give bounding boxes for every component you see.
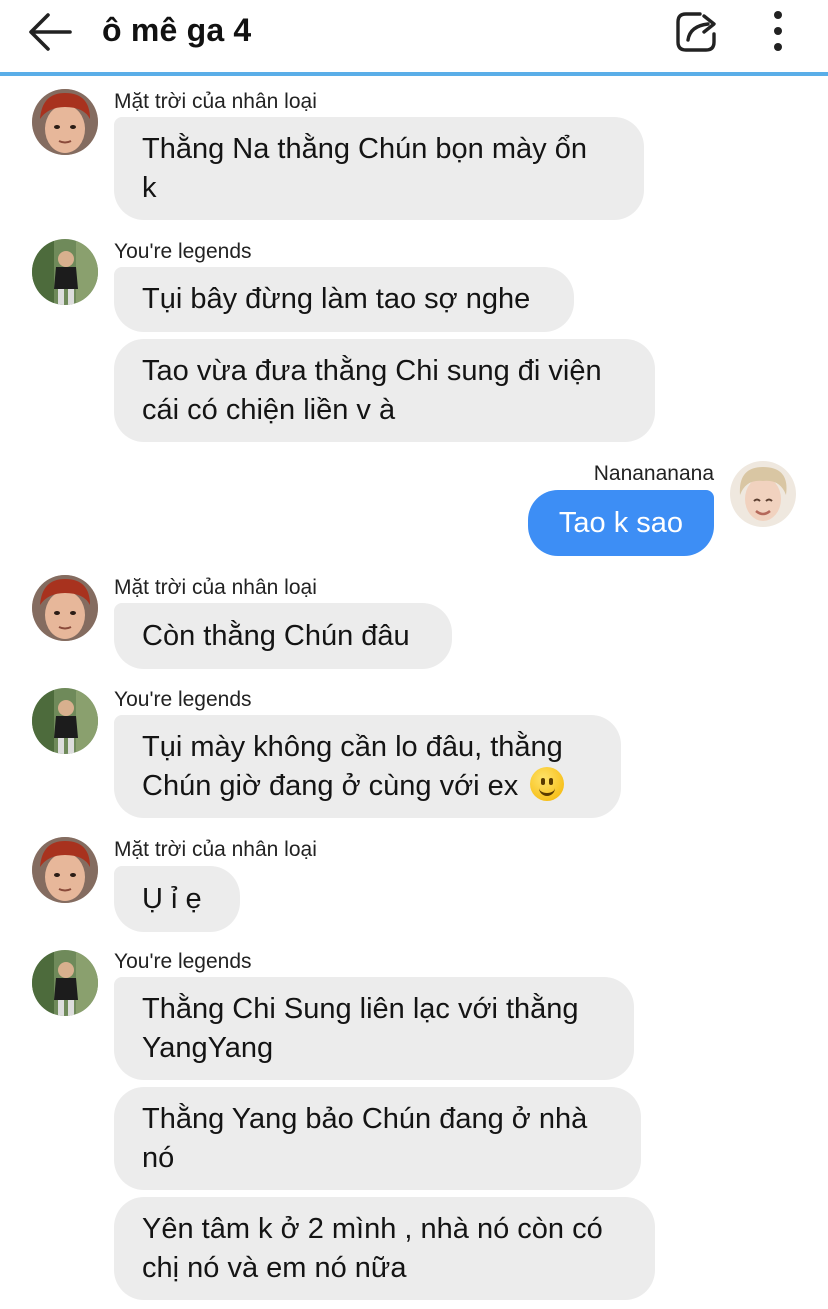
- message-line: Thằng Na thằng Chún bọn mày ổn: [142, 133, 587, 165]
- avatar-mat-troi[interactable]: [32, 89, 98, 155]
- sender-name: Mặt trời của nhân loại: [114, 838, 317, 861]
- more-options-button[interactable]: [760, 8, 796, 54]
- sender-name: Nanananana: [593, 462, 714, 485]
- share-button[interactable]: [672, 6, 724, 56]
- more-vertical-icon: [774, 11, 782, 51]
- message-bubble[interactable]: Thằng Yang bảo Chún đang ở nhà nó: [114, 1087, 641, 1190]
- message-line: Tụi bây đừng làm tao sợ nghe: [142, 283, 531, 315]
- my-message-bubble[interactable]: Tao k sao: [528, 490, 714, 556]
- message-bubble[interactable]: Còn thằng Chún đâu: [114, 603, 452, 669]
- message-bubble[interactable]: Thằng Chi Sung liên lạc với thằng YangYa…: [114, 977, 634, 1080]
- arrow-left-icon: [29, 13, 72, 51]
- sender-name: Mặt trời của nhân loại: [114, 90, 317, 113]
- chat-title: ô mê ga 4: [102, 12, 252, 48]
- message-bubble[interactable]: Yên tâm k ở 2 mình , nhà nó còn có chị n…: [114, 1197, 655, 1300]
- avatar-mat-troi[interactable]: [32, 575, 98, 641]
- message-line: Tao k sao: [558, 507, 684, 539]
- avatar-youre-legends[interactable]: [32, 950, 98, 1016]
- avatar-image: [730, 461, 796, 527]
- message-bubble[interactable]: Ụ ỉ ẹ: [114, 866, 240, 932]
- message-line: nó: [142, 1142, 175, 1174]
- message-line: k: [142, 172, 157, 204]
- message-bubble[interactable]: Tụi mày không cần lo đâu, thằng Chún giờ…: [114, 715, 621, 818]
- avatar-youre-legends[interactable]: [32, 688, 98, 754]
- message-line: chị nó và em nó nữa: [142, 1252, 407, 1284]
- avatar-image: [32, 575, 98, 641]
- avatar-youre-legends[interactable]: [32, 239, 98, 305]
- sender-name: You're legends: [114, 950, 252, 973]
- avatar-image: [32, 950, 98, 1016]
- message-line: Yên tâm k ở 2 mình , nhà nó còn có: [142, 1213, 603, 1245]
- message-line: YangYang: [142, 1032, 274, 1064]
- avatar-mat-troi[interactable]: [32, 837, 98, 903]
- avatar-image: [32, 239, 98, 305]
- message-line: Còn thằng Chún đâu: [142, 620, 410, 652]
- sender-name: You're legends: [114, 240, 252, 263]
- message-line: Tao vừa đưa thằng Chi sung đi viện: [142, 355, 602, 387]
- message-line: Thằng Yang bảo Chún đang ở nhà: [142, 1103, 588, 1135]
- chat-header: ô mê ga 4: [0, 0, 828, 74]
- avatar-image: [32, 89, 98, 155]
- message-line: Ụ ỉ ẹ: [142, 883, 202, 915]
- back-button[interactable]: [24, 10, 76, 54]
- message-line: Thằng Chi Sung liên lạc với thằng: [142, 993, 579, 1025]
- message-bubble[interactable]: Thằng Na thằng Chún bọn mày ổn k: [114, 117, 644, 220]
- message-line: cái có chiện liền v à: [142, 394, 396, 426]
- message-line: Chún giờ đang ở cùng với ex: [142, 767, 593, 806]
- header-divider: [0, 72, 828, 76]
- share-icon: [676, 12, 716, 52]
- avatar-image: [32, 688, 98, 754]
- message-bubble[interactable]: Tụi bây đừng làm tao sợ nghe: [114, 267, 574, 332]
- message-bubble[interactable]: Tao vừa đưa thằng Chi sung đi viện cái c…: [114, 339, 655, 442]
- message-line-text: Chún giờ đang ở cùng với ex: [142, 770, 519, 802]
- message-line: Tụi mày không cần lo đâu, thằng: [142, 731, 563, 763]
- avatar-nanananana[interactable]: [730, 461, 796, 527]
- avatar-image: [32, 837, 98, 903]
- sender-name: You're legends: [114, 688, 252, 711]
- slightly-smiling-face-emoji: [530, 767, 565, 801]
- sender-name: Mặt trời của nhân loại: [114, 576, 317, 599]
